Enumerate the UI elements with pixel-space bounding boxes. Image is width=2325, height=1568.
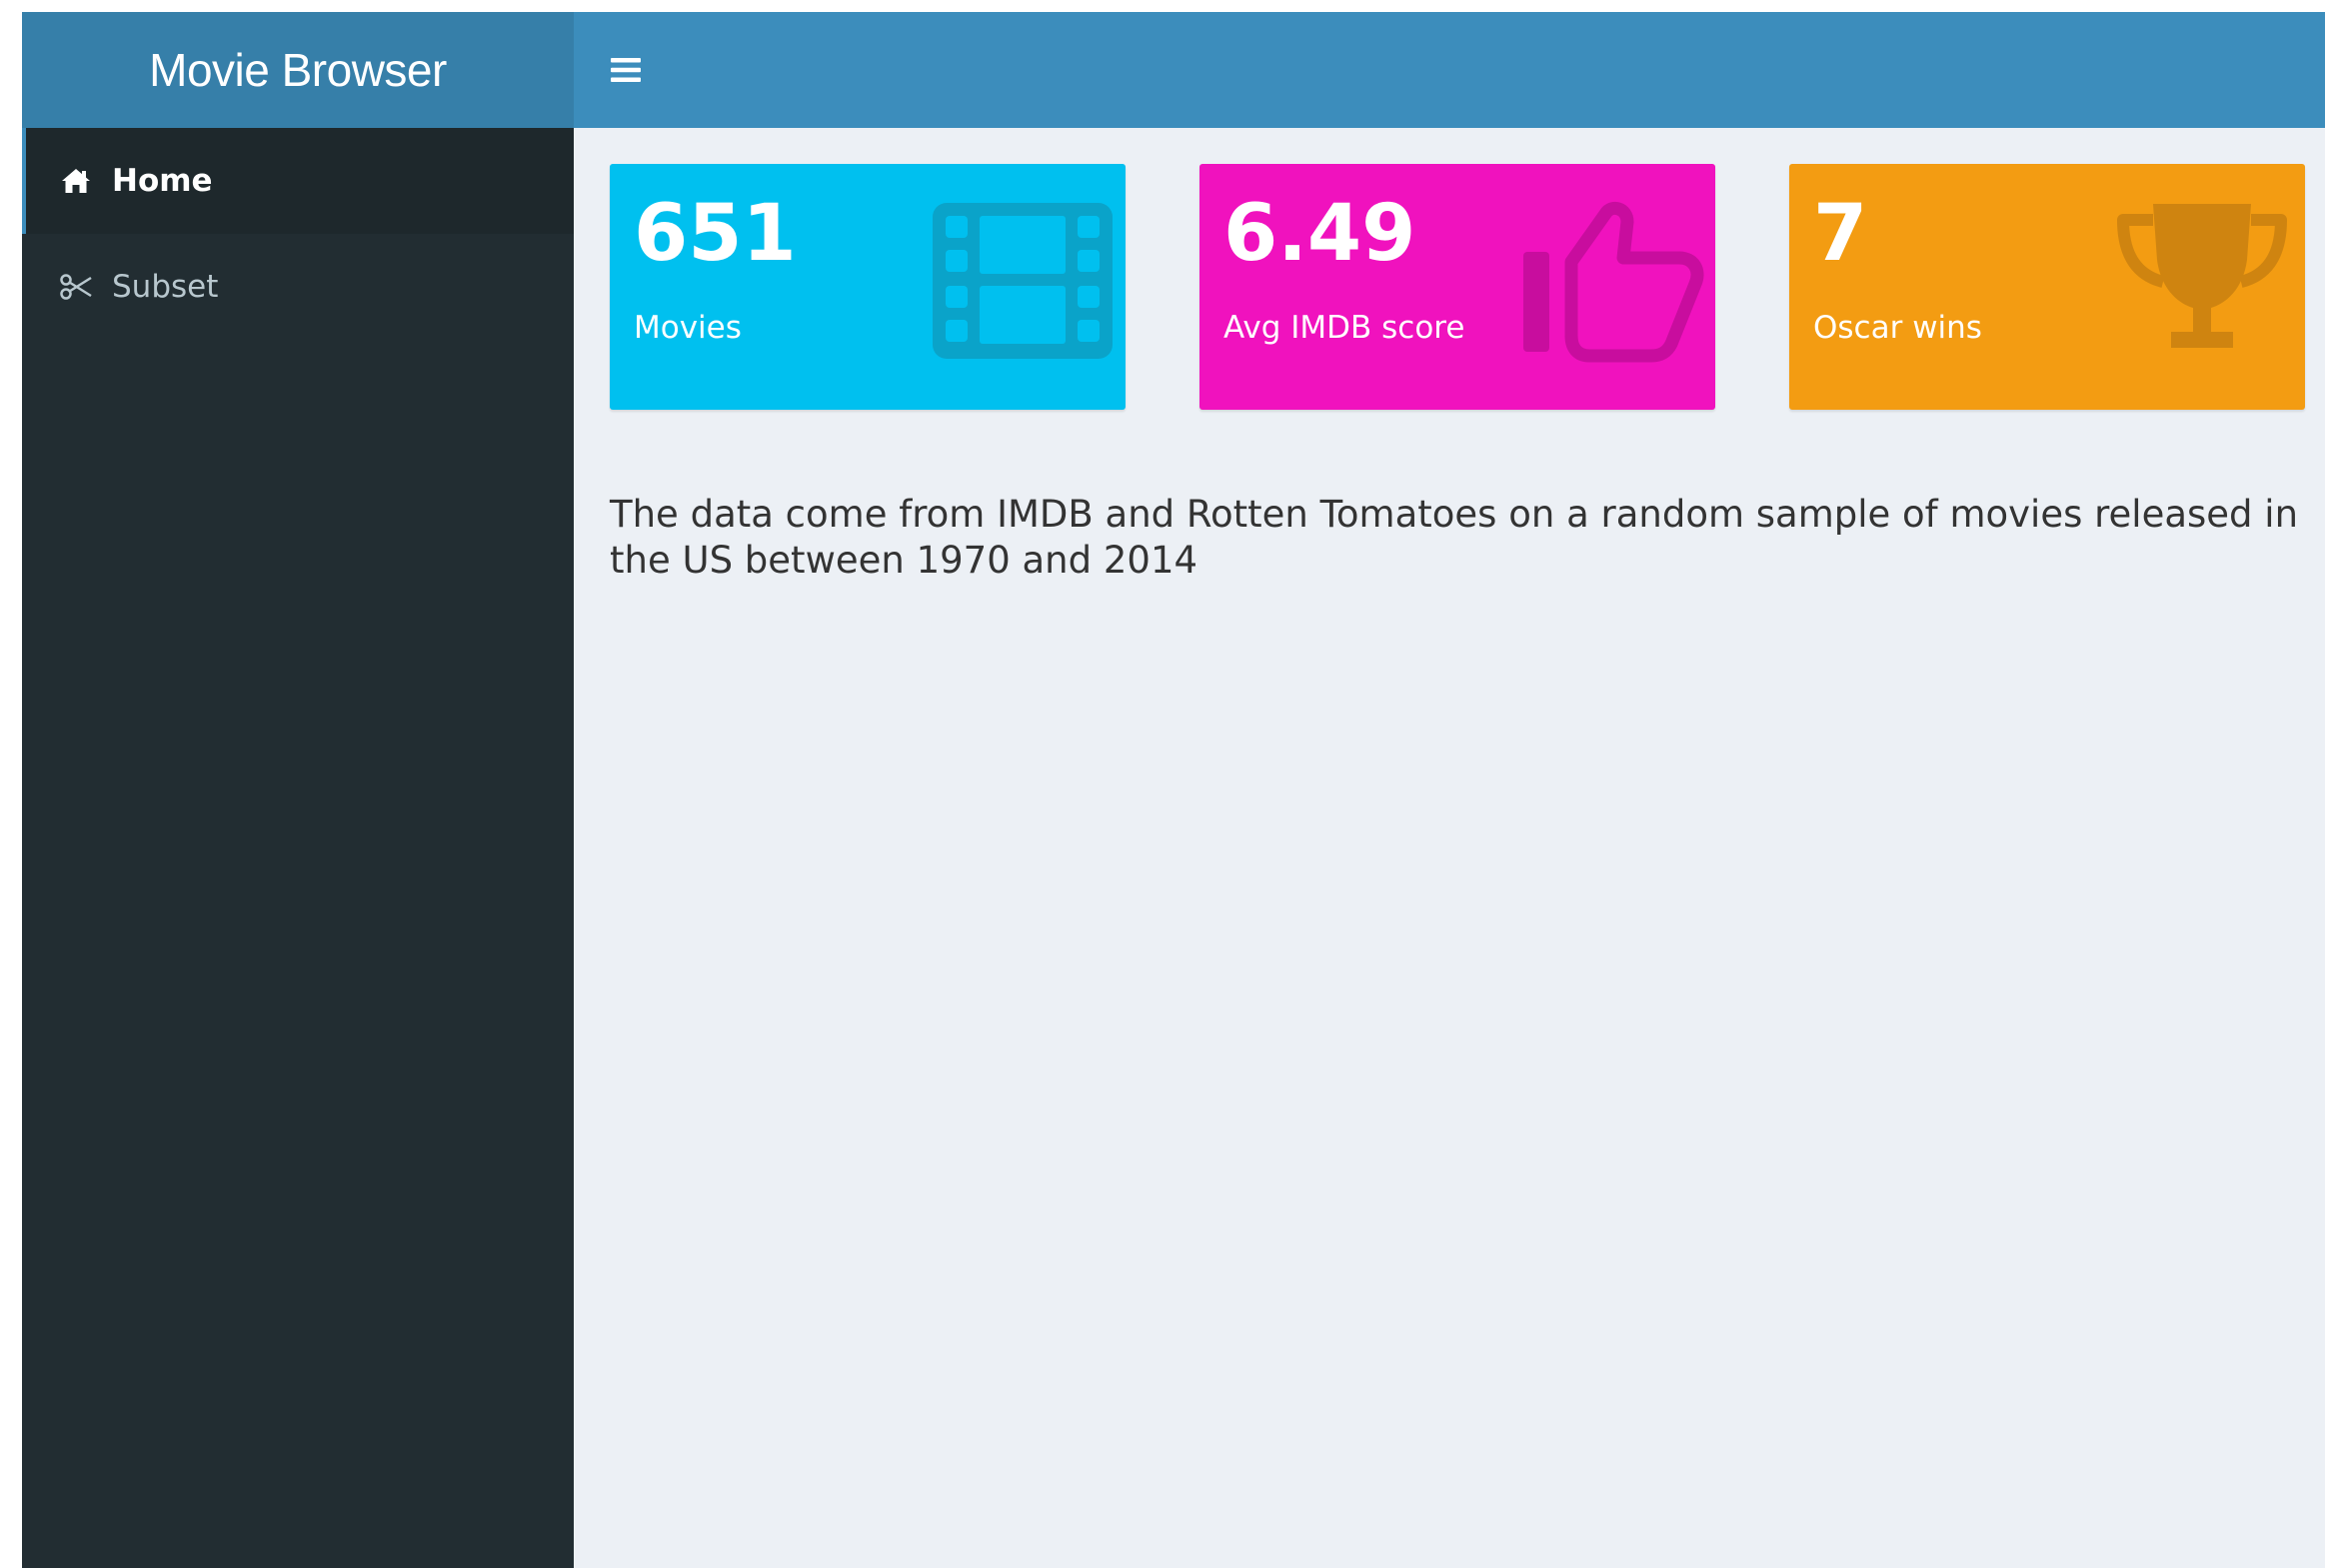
home-icon — [58, 163, 94, 199]
value-box-caption: Avg IMDB score — [1223, 310, 1465, 346]
logo[interactable]: Movie Browser — [22, 12, 574, 128]
value-box-caption: Movies — [634, 310, 742, 346]
value-box-avg-imdb: 6.49 Avg IMDB score — [1199, 164, 1715, 410]
app-title: Movie Browser — [149, 44, 447, 96]
value-box-value: 6.49 — [1223, 189, 1416, 279]
value-box-value: 651 — [634, 189, 797, 279]
scissors-icon — [58, 269, 94, 305]
app-window: Movie Browser Home Subset 651 Movies 6.4… — [22, 12, 2325, 1568]
value-box-oscar-wins: 7 Oscar wins — [1789, 164, 2305, 410]
sidebar-item-label: Home — [112, 163, 213, 199]
sidebar-item-home[interactable]: Home — [22, 128, 574, 234]
main-content: 651 Movies 6.49 Avg IMDB score 7 Oscar w… — [574, 128, 2325, 1568]
trophy-icon — [2117, 204, 2287, 348]
sidebar-item-label: Subset — [112, 269, 219, 305]
value-box-movies: 651 Movies — [610, 164, 1126, 410]
value-box-caption: Oscar wins — [1813, 310, 1982, 346]
sidebar-item-subset[interactable]: Subset — [22, 234, 574, 340]
sidebar: Movie Browser Home Subset — [22, 12, 574, 1568]
film-icon — [933, 203, 1113, 359]
hamburger-icon — [611, 58, 641, 82]
top-navbar — [574, 12, 2325, 128]
value-box-value: 7 — [1813, 189, 1868, 279]
thumbs-up-icon — [1523, 202, 1704, 363]
sidebar-toggle-button[interactable] — [604, 48, 648, 92]
sidebar-menu: Home Subset — [22, 128, 574, 340]
data-description: The data come from IMDB and Rotten Tomat… — [610, 493, 2299, 582]
